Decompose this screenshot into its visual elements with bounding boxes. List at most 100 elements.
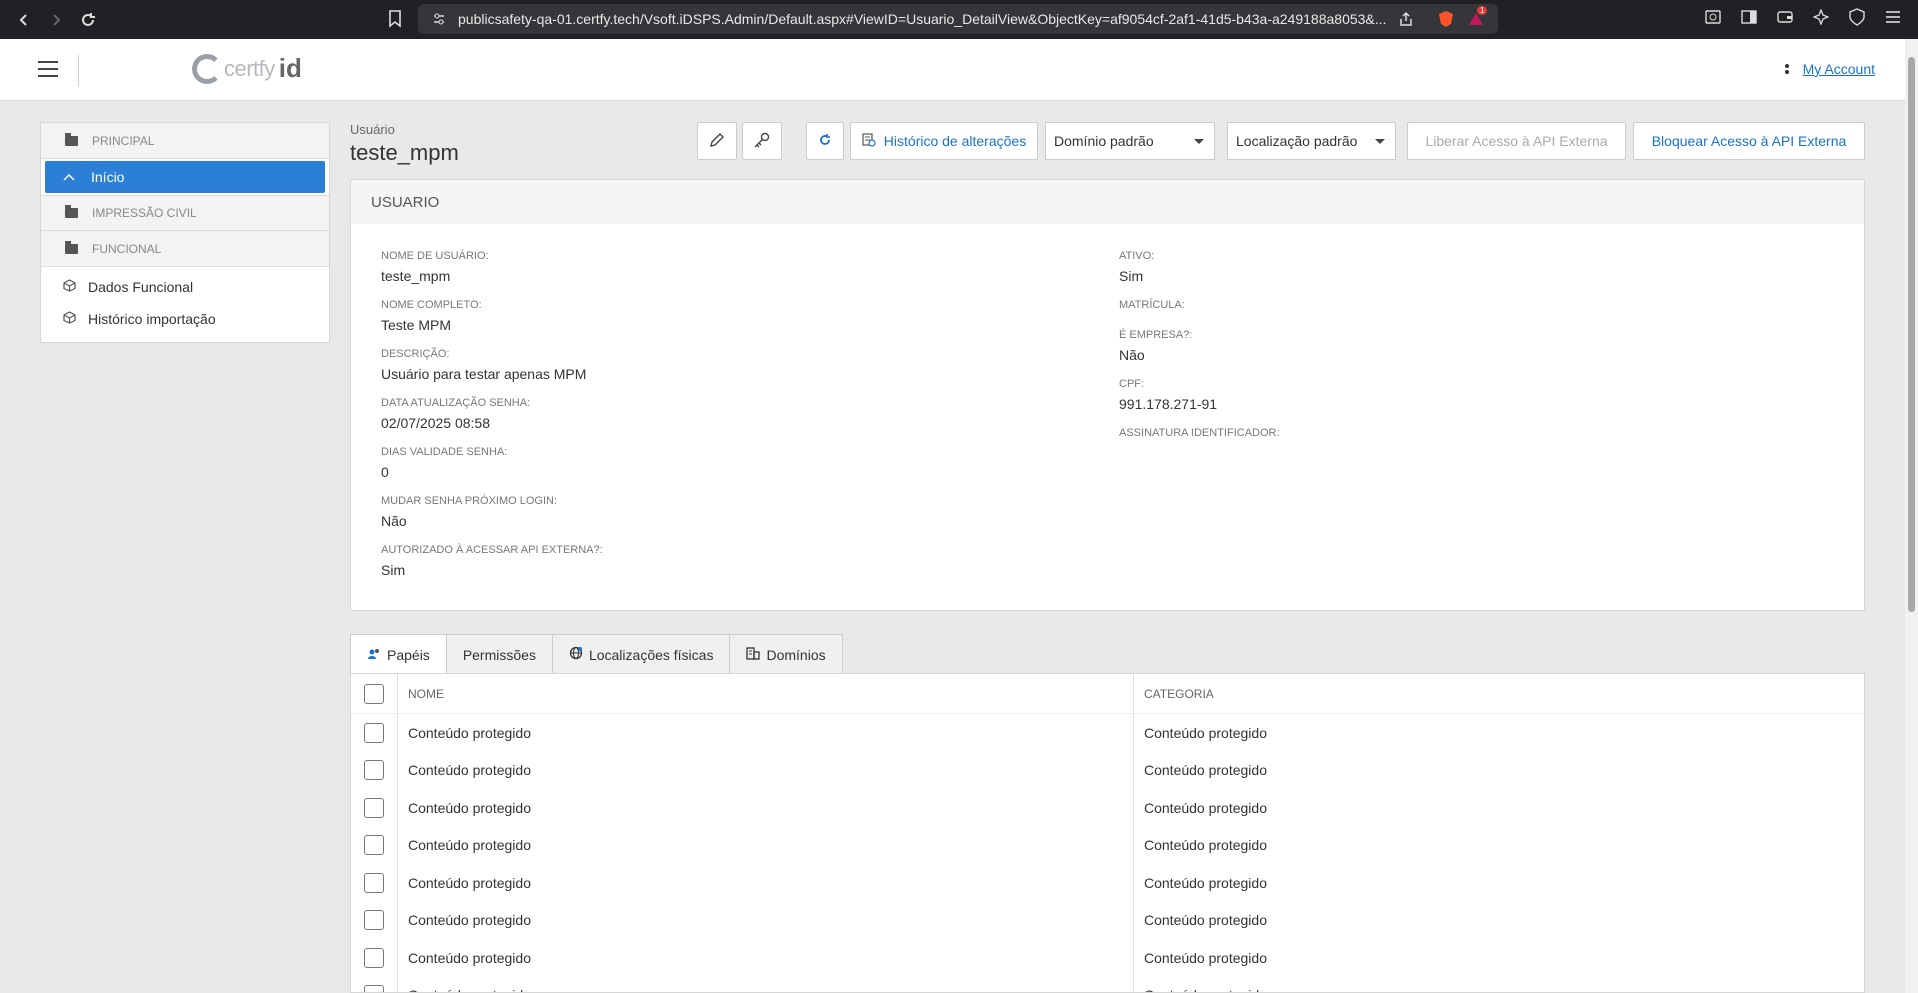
chevron-up-icon (63, 170, 75, 184)
row-checkbox[interactable] (364, 835, 384, 856)
reset-password-button[interactable] (742, 122, 782, 160)
forward-icon[interactable] (42, 6, 70, 34)
field-value: 0 (381, 464, 389, 480)
share-icon[interactable] (1398, 11, 1414, 30)
cell-nome: Conteúdo protegido (398, 714, 1134, 752)
browser-toolbar: publicsafety-qa-01.certfy.tech/Vsoft.iDS… (0, 0, 1918, 39)
row-checkbox[interactable] (364, 760, 384, 781)
rewards-icon[interactable]: 1 (1468, 6, 1488, 30)
hamburger-menu-icon[interactable] (38, 61, 58, 77)
caret-down-icon (1375, 139, 1385, 144)
history-button[interactable]: Histórico de alterações (850, 122, 1038, 160)
field-label: NOME DE USUÁRIO: (381, 250, 489, 262)
field-label: MATRÍCULA: (1119, 299, 1185, 311)
row-checkbox[interactable] (364, 910, 384, 931)
field-label: MUDAR SENHA PRÓXIMO LOGIN: (381, 495, 558, 507)
block-api-access-button[interactable]: Bloquear Acesso à API Externa (1633, 122, 1865, 160)
cell-nome: Conteúdo protegido (398, 939, 1134, 977)
nav-group-funcional[interactable]: FUNCIONAL (41, 231, 329, 267)
table-row[interactable]: Conteúdo protegido Conteúdo protegido (351, 939, 1864, 977)
table-row[interactable]: Conteúdo protegido Conteúdo protegido (351, 901, 1864, 939)
field-e-empresa: É EMPRESA?: Não (1119, 329, 1192, 363)
field-descricao: DESCRIÇÃO: Usuário para testar apenas MP… (381, 348, 586, 382)
select-all-checkbox[interactable] (364, 683, 384, 704)
roles-icon (367, 648, 381, 663)
logo-text: certfy (224, 55, 275, 81)
field-value: Usuário para testar apenas MPM (381, 366, 587, 382)
field-dias-validade-senha: DIAS VALIDADE SENHA: 0 (381, 446, 507, 480)
column-header-nome[interactable]: NOME (398, 674, 1134, 713)
menu-icon[interactable] (1882, 6, 1904, 28)
page-scrollbar[interactable] (1905, 39, 1918, 993)
field-value: Sim (1119, 268, 1144, 284)
table-row[interactable]: Conteúdo protegido Conteúdo protegido (351, 826, 1864, 864)
cell-nome: Conteúdo protegido (398, 789, 1134, 827)
detail-tabs: Papéis Permissões Localizações físicas D… (350, 634, 843, 675)
cell-nome: Conteúdo protegido (398, 826, 1134, 864)
field-value: teste_mpm (381, 268, 451, 284)
field-label: ATIVO: (1119, 250, 1155, 262)
refresh-button[interactable] (806, 122, 844, 160)
domain-select[interactable]: Domínio padrão (1045, 122, 1215, 160)
cell-nome: Conteúdo protegido (398, 901, 1134, 939)
address-bar[interactable]: publicsafety-qa-01.certfy.tech/Vsoft.iDS… (418, 4, 1498, 34)
sidebar-item-inicio[interactable]: Início (45, 161, 325, 193)
cell-nome: Conteúdo protegido (398, 864, 1134, 902)
usuario-detail-panel: USUARIO NOME DE USUÁRIO: teste_mpm NOME … (350, 179, 1865, 611)
logo-id: id (278, 53, 302, 83)
row-checkbox[interactable] (364, 797, 384, 818)
screenshot-icon[interactable] (1702, 6, 1724, 28)
tab-papeis[interactable]: Papéis (350, 634, 447, 675)
nav-group-impressao-civil[interactable]: IMPRESSÃO CIVIL (41, 195, 329, 231)
field-cpf: CPF: 991.178.271-91 (1119, 378, 1217, 412)
my-account-link[interactable]: My Account (1803, 61, 1875, 77)
edit-button[interactable] (697, 122, 737, 160)
table-row[interactable]: Conteúdo protegido Conteúdo protegido (351, 976, 1864, 992)
cube-icon (63, 311, 76, 327)
field-autorizado-api: AUTORIZADO À ACESSAR API EXTERNA?: Sim (381, 544, 603, 578)
back-icon[interactable] (10, 6, 38, 34)
tab-localizacoes-fisicas[interactable]: Localizações físicas (551, 634, 731, 674)
certfy-logo[interactable]: certfy id (192, 53, 302, 84)
history-button-label: Histórico de alterações (883, 133, 1027, 149)
table-row[interactable]: Conteúdo protegido Conteúdo protegido (351, 864, 1864, 902)
field-value: Não (381, 513, 407, 529)
row-checkbox[interactable] (364, 722, 384, 743)
row-checkbox[interactable] (364, 872, 384, 893)
grant-api-access-button[interactable]: Liberar Acesso à API Externa (1407, 122, 1626, 160)
reload-icon[interactable] (74, 6, 102, 34)
table-row[interactable]: Conteúdo protegido Conteúdo protegido (351, 789, 1864, 827)
vpn-icon[interactable] (1846, 6, 1868, 28)
leo-ai-icon[interactable] (1810, 6, 1832, 28)
grid-header: NOME CATEGORIA (351, 674, 1864, 714)
scrollbar-thumb[interactable] (1908, 57, 1915, 612)
cell-categoria: Conteúdo protegido (1144, 762, 1267, 779)
user-menu-icon[interactable] (1784, 64, 1789, 74)
wallet-icon[interactable] (1774, 6, 1796, 28)
nav-group-label: IMPRESSÃO CIVIL (92, 206, 197, 220)
folder-icon (65, 205, 78, 218)
tab-dominios[interactable]: Domínios (729, 634, 843, 674)
table-row[interactable]: Conteúdo protegido Conteúdo protegido (351, 714, 1864, 752)
sidebar-item-dados-funcional[interactable]: Dados Funcional (41, 271, 329, 303)
field-value: Sim (381, 562, 406, 578)
site-info-icon[interactable] (432, 12, 446, 29)
sidebar-toggle-icon[interactable] (1738, 6, 1760, 28)
row-checkbox[interactable] (364, 985, 384, 992)
column-header-categoria[interactable]: CATEGORIA (1134, 674, 1864, 713)
tab-permissoes[interactable]: Permissões (445, 634, 553, 674)
field-label: DIAS VALIDADE SENHA: (381, 446, 508, 458)
history-icon (862, 132, 876, 150)
block-api-access-label: Bloquear Acesso à API Externa (1651, 133, 1847, 149)
globe-icon (569, 646, 583, 663)
bookmark-icon[interactable] (388, 10, 402, 31)
brave-shield-icon[interactable] (1438, 10, 1454, 31)
grant-api-access-label: Liberar Acesso à API Externa (1425, 133, 1608, 149)
sidebar-item-historico-importacao[interactable]: Histórico importação (41, 303, 329, 335)
building-icon (746, 646, 761, 663)
nav-group-principal[interactable]: PRINCIPAL (41, 123, 329, 159)
table-row[interactable]: Conteúdo protegido Conteúdo protegido (351, 751, 1864, 789)
location-select[interactable]: Localização padrão (1227, 122, 1396, 160)
field-data-atualizacao-senha: DATA ATUALIZAÇÃO SENHA: 02/07/2025 08:58 (381, 397, 530, 431)
row-checkbox[interactable] (364, 947, 384, 968)
